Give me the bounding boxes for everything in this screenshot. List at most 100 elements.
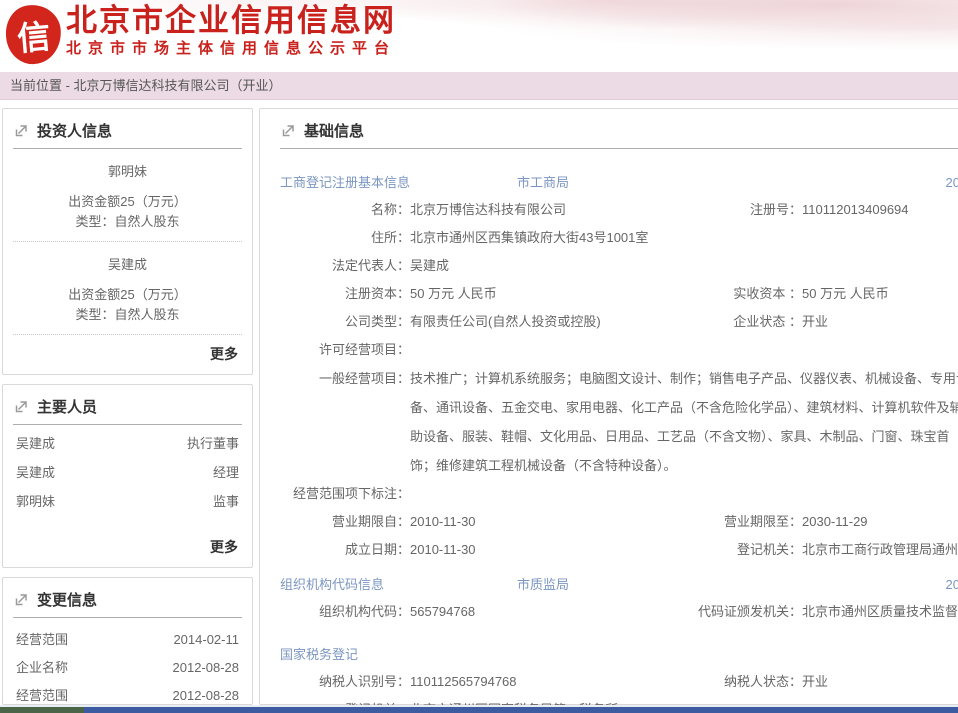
basic-info-panel: 基础信息 打印 工商登记注册基本信息 市工商局 2014-02-12 名称： 北… — [259, 108, 958, 705]
term-to-label: 营业期限至： — [672, 508, 802, 536]
content-area: 投资人信息 郭明妹 出资金额25（万元） 类型：自然人股东 吴建成 出资金额25… — [0, 100, 958, 705]
personnel-more-link[interactable]: 更多 — [13, 528, 242, 559]
breadcrumb: 当前位置 - 北京万博信达科技有限公司（开业） — [0, 72, 958, 100]
legal-rep-label: 法定代表人： — [280, 252, 410, 280]
term-to-field: 营业期限至： 2030-11-29 — [672, 508, 958, 536]
footer-blue-segment — [84, 707, 958, 713]
personnel-row: 郭明妹 监事 — [13, 487, 242, 516]
legal-rep-value: 吴建成 — [410, 252, 449, 280]
seal-character: 信 — [15, 9, 52, 60]
legal-rep-field: 法定代表人： 吴建成 — [280, 252, 449, 280]
site-titles: 北京市企业信用信息网 北京市市场主体信用信息公示平台 — [0, 0, 958, 59]
key-personnel-panel: 主要人员 吴建成 执行董事 吴建成 经理 郭明妹 监事 — [2, 384, 253, 568]
field-row: 营业期限自： 2010-11-30 营业期限至： 2030-11-29 — [280, 508, 958, 536]
site-subtitle: 北京市市场主体信用信息公示平台 — [66, 39, 958, 59]
field-row: 经营范围项下标注： — [280, 480, 958, 508]
investor-entry: 郭明妹 出资金额25（万元） 类型：自然人股东 — [13, 163, 242, 242]
company-name-field: 名称： 北京万博信达科技有限公司 — [280, 196, 672, 224]
company-status-label: 企业状态 ： — [672, 308, 802, 336]
personnel-name: 吴建成 — [16, 429, 55, 458]
change-info-panel: 变更信息 经营范围 2014-02-11 企业名称 2012-08-28 经营范… — [2, 577, 253, 705]
founded-date-field: 成立日期： 2010-11-30 — [280, 536, 672, 564]
investor-more-link[interactable]: 更多 — [13, 335, 242, 366]
change-info-title: 变更信息 — [37, 589, 97, 610]
org-code-agency[interactable]: 市质监局 — [517, 572, 946, 598]
page: 信 北京市企业信用信息网 北京市市场主体信用信息公示平台 当前位置 - 北京万博… — [0, 0, 958, 713]
change-field: 经营范围 — [16, 626, 68, 654]
field-row: 纳税人识别号： 110112565794768 纳税人状态： 开业 — [280, 668, 958, 696]
investor-amount: 出资金额25（万元） — [13, 192, 242, 212]
reg-number-field: 注册号： 110112013409694 — [672, 196, 958, 224]
reg-authority-label: 登记机关： — [672, 536, 802, 564]
section-arrow-icon — [15, 593, 28, 606]
personnel-list: 吴建成 执行董事 吴建成 经理 郭明妹 监事 — [13, 425, 242, 516]
scope-note-field: 经营范围项下标注： — [280, 480, 410, 508]
general-scope-field: 一般经营项目： 技术推广；计算机系统服务；电脑图文设计、制作；销售电子产品、仪器… — [280, 364, 958, 480]
paid-capital-label: 实收资本 ： — [672, 280, 802, 308]
founded-date-label: 成立日期： — [280, 536, 410, 564]
personnel-row: 吴建成 经理 — [13, 458, 242, 487]
reg-capital-value: 50 万元 人民币 — [410, 280, 497, 308]
org-code-label: 组织机构代码： — [280, 598, 410, 626]
change-date: 2012-08-28 — [173, 654, 240, 682]
reg-number-value: 110112013409694 — [802, 196, 909, 224]
personnel-name: 吴建成 — [16, 458, 55, 487]
key-personnel-title: 主要人员 — [37, 396, 97, 417]
company-type-label: 公司类型： — [280, 308, 410, 336]
site-title: 北京市企业信用信息网 — [66, 3, 958, 39]
change-date: 2012-08-28 — [173, 682, 240, 705]
investor-amount: 出资金额25（万元） — [13, 285, 242, 305]
company-name-value: 北京万博信达科技有限公司 — [410, 196, 566, 224]
change-row: 经营范围 2012-08-28 — [13, 682, 242, 705]
footer-green-segment — [0, 707, 84, 713]
section-arrow-icon — [15, 400, 28, 413]
taxpayer-id-value: 110112565794768 — [410, 668, 517, 696]
scope-note-label: 经营范围项下标注： — [280, 480, 410, 508]
org-code-value: 565794768 — [410, 598, 475, 626]
paid-capital-field: 实收资本 ： 50 万元 人民币 — [672, 280, 958, 308]
general-scope-value: 技术推广；计算机系统服务；电脑图文设计、制作；销售电子产品、仪器仪表、机械设备、… — [410, 364, 958, 480]
change-date: 2014-02-11 — [173, 626, 239, 654]
code-issuer-field: 代码证颁发机关： 北京市通州区质量技术监督局 — [672, 598, 958, 626]
address-field: 住所： 北京市通州区西集镇政府大街43号1001室 — [280, 224, 648, 252]
investor-type: 类型：自然人股东 — [13, 305, 242, 325]
tax-reg-subheader: 国家税务登记 — [280, 642, 958, 668]
section-arrow-icon — [282, 124, 295, 137]
reg-capital-field: 注册资本： 50 万元 人民币 — [280, 280, 672, 308]
basic-info-header: 基础信息 — [280, 113, 958, 149]
personnel-role: 监事 — [213, 487, 239, 516]
business-reg-date: 2014-02-12 — [946, 170, 958, 196]
field-row: 一般经营项目： 技术推广；计算机系统服务；电脑图文设计、制作；销售电子产品、仪器… — [280, 364, 958, 480]
field-row: 名称： 北京万博信达科技有限公司 注册号： 110112013409694 — [280, 196, 958, 224]
investor-info-title: 投资人信息 — [37, 120, 112, 141]
section-arrow-icon — [15, 124, 28, 137]
taxpayer-id-label: 纳税人识别号： — [280, 668, 410, 696]
term-from-label: 营业期限自： — [280, 508, 410, 536]
term-to-value: 2030-11-29 — [802, 508, 868, 536]
business-reg-link[interactable]: 工商登记注册基本信息 — [280, 170, 517, 196]
term-from-field: 营业期限自： 2010-11-30 — [280, 508, 672, 536]
paid-capital-value: 50 万元 人民币 — [802, 280, 889, 308]
change-field: 经营范围 — [16, 682, 68, 705]
founded-date-value: 2010-11-30 — [410, 536, 476, 564]
address-label: 住所： — [280, 224, 410, 252]
field-row: 公司类型： 有限责任公司(自然人投资或控股) 企业状态 ： 开业 — [280, 308, 958, 336]
investor-info-panel: 投资人信息 郭明妹 出资金额25（万元） 类型：自然人股东 吴建成 出资金额25… — [2, 108, 253, 375]
tax-reg-link[interactable]: 国家税务登记 — [280, 642, 517, 668]
address-value: 北京市通州区西集镇政府大街43号1001室 — [410, 224, 648, 252]
org-code-link[interactable]: 组织机构代码信息 — [280, 572, 517, 598]
personnel-name: 郭明妹 — [16, 487, 55, 516]
personnel-role: 执行董事 — [187, 429, 239, 458]
org-code-field: 组织机构代码： 565794768 — [280, 598, 672, 626]
site-header: 信 北京市企业信用信息网 北京市市场主体信用信息公示平台 — [0, 0, 958, 72]
field-row: 许可经营项目： — [280, 336, 958, 364]
print-row: 打印 — [280, 152, 958, 170]
change-info-header: 变更信息 — [13, 582, 242, 618]
investor-type: 类型：自然人股东 — [13, 212, 242, 232]
taxpayer-status-label: 纳税人状态： — [672, 668, 802, 696]
reg-number-label: 注册号： — [672, 196, 802, 224]
company-status-field: 企业状态 ： 开业 — [672, 308, 958, 336]
field-row: 组织机构代码： 565794768 代码证颁发机关： 北京市通州区质量技术监督局 — [280, 598, 958, 626]
change-row: 经营范围 2014-02-11 — [13, 626, 242, 654]
business-reg-agency[interactable]: 市工商局 — [517, 170, 946, 196]
